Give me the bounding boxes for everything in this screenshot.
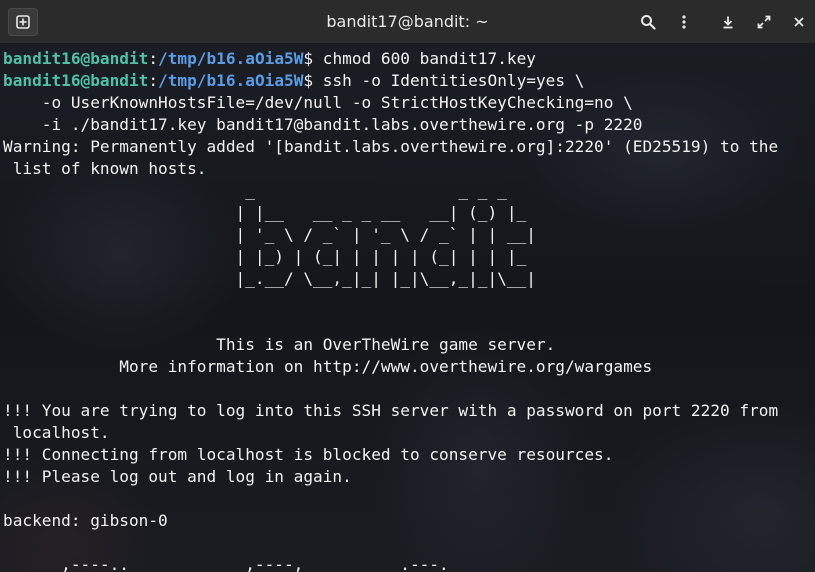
prompt-path: /tmp/b16.aOia5W (158, 49, 304, 68)
search-button[interactable] (634, 8, 662, 36)
download-icon (723, 16, 733, 29)
prompt-path: /tmp/b16.aOia5W (158, 71, 304, 90)
output-line: ,----.. ,----, .---. (3, 555, 449, 572)
prompt-symbol: $ (303, 71, 314, 90)
output-line: |_.__/ \__,_|_| |_|\__,_|_|\__| (3, 269, 536, 288)
output-line: localhost. (3, 423, 110, 442)
output-line: _ _ _ _ (3, 181, 507, 200)
search-icon (641, 15, 656, 30)
output-line: | '_ \ / _` | '_ \ / _` | | __| (3, 225, 536, 244)
output-line: | |_) | (_| | | | | (_| | | |_ (3, 247, 527, 266)
title-bar: bandit17@bandit: ~ (0, 0, 815, 44)
output-line: | |__ __ _ _ __ __| (_) |_ (3, 203, 527, 222)
output-line: backend: gibson-0 (3, 511, 168, 530)
new-tab-icon (16, 15, 30, 29)
output-line: !!! You are trying to log into this SSH … (3, 401, 779, 420)
output-line: list of known hosts. (3, 159, 207, 178)
new-tab-button[interactable] (8, 8, 38, 36)
command-text: chmod 600 bandit17.key (313, 49, 536, 68)
terminal-output[interactable]: bandit16@bandit:/tmp/b16.aOia5W$ chmod 6… (0, 44, 815, 572)
command-text: ssh -o IdentitiesOnly=yes \ (313, 71, 585, 90)
output-line: -i ./bandit17.key bandit17@bandit.labs.o… (3, 115, 643, 134)
output-line: Warning: Permanently added '[bandit.labs… (3, 137, 779, 156)
output-line: !!! Please log out and log in again. (3, 467, 352, 486)
close-button[interactable] (785, 8, 813, 36)
prompt-separator: : (148, 71, 159, 90)
prompt-separator: : (148, 49, 159, 68)
prompt-user: bandit16@bandit (3, 49, 149, 68)
prompt-symbol: $ (303, 49, 314, 68)
output-line: More information on http://www.overthewi… (3, 357, 653, 376)
output-line: This is an OverTheWire game server. (3, 335, 556, 354)
output-line: !!! Connecting from localhost is blocked… (3, 445, 614, 464)
kebab-menu-icon (682, 15, 686, 29)
output-line: -o UserKnownHostsFile=/dev/null -o Stric… (3, 93, 633, 112)
prompt-user: bandit16@bandit (3, 71, 149, 90)
maximize-button[interactable] (750, 8, 778, 36)
prompt-line: bandit16@bandit:/tmp/b16.aOia5W$ ssh -o … (3, 70, 778, 92)
close-icon (794, 17, 804, 27)
menu-button[interactable] (670, 8, 698, 36)
minimize-button[interactable] (714, 8, 742, 36)
terminal-lines: bandit16@bandit:/tmp/b16.aOia5W$ chmod 6… (3, 48, 778, 572)
prompt-line: bandit16@bandit:/tmp/b16.aOia5W$ chmod 6… (3, 48, 778, 70)
maximize-icon (757, 15, 771, 29)
